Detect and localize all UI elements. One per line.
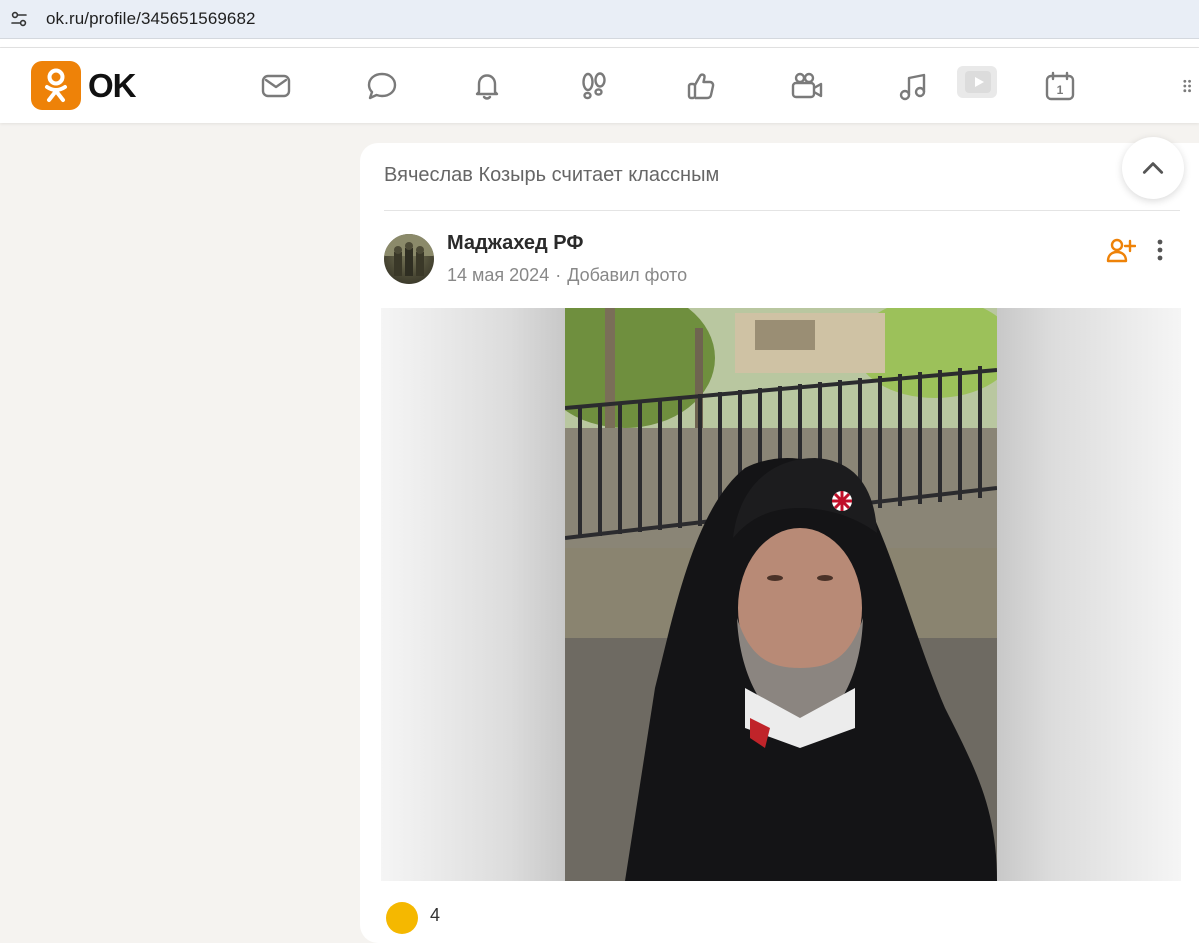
ok-logo-text[interactable]: OK <box>88 67 136 105</box>
ok-logo-icon[interactable] <box>31 61 81 110</box>
reaction-count[interactable]: 4 <box>430 905 440 926</box>
class-reaction-icon[interactable] <box>386 902 418 934</box>
photo-blur-right <box>997 308 1181 881</box>
post-photo[interactable] <box>565 308 997 881</box>
calendar-day: 1 <box>1057 83 1064 97</box>
meta-separator: · <box>555 265 562 285</box>
post-date[interactable]: 14 мая 2024 <box>447 265 549 285</box>
post-action: Добавил фото <box>567 265 688 285</box>
music-icon[interactable] <box>893 66 933 106</box>
toolbar-gap <box>0 39 1199 48</box>
chevron-up-icon <box>1142 162 1164 174</box>
add-friend-icon[interactable] <box>1106 236 1137 264</box>
author-avatar[interactable] <box>384 234 434 284</box>
messages-icon[interactable] <box>256 66 296 106</box>
post-meta: 14 мая 2024 · Добавил фото <box>447 265 687 286</box>
video-icon[interactable] <box>787 66 827 106</box>
photo-blur-left <box>381 308 565 881</box>
scroll-to-top-button[interactable] <box>1122 137 1184 199</box>
calendar-icon[interactable]: 1 <box>1040 66 1080 106</box>
more-grid-icon[interactable] <box>1180 66 1199 106</box>
site-info-icon[interactable] <box>0 0 38 38</box>
post-photo-frame[interactable] <box>381 308 1181 881</box>
browser-address-bar: ok.ru/profile/345651569682 <box>0 0 1199 39</box>
notifications-icon[interactable] <box>467 66 507 106</box>
more-options-icon[interactable] <box>1148 236 1172 264</box>
video-play-icon[interactable] <box>957 66 997 98</box>
site-header: OK 1 <box>0 48 1199 123</box>
likes-icon[interactable] <box>681 66 721 106</box>
url-field[interactable]: ok.ru/profile/345651569682 <box>46 9 256 29</box>
activity-text: Вячеслав Козырь считает классным <box>384 164 720 186</box>
card-divider <box>384 210 1180 211</box>
discussions-icon[interactable] <box>362 66 402 106</box>
guests-icon[interactable] <box>574 66 614 106</box>
author-name[interactable]: Маджахед РФ <box>447 232 583 255</box>
